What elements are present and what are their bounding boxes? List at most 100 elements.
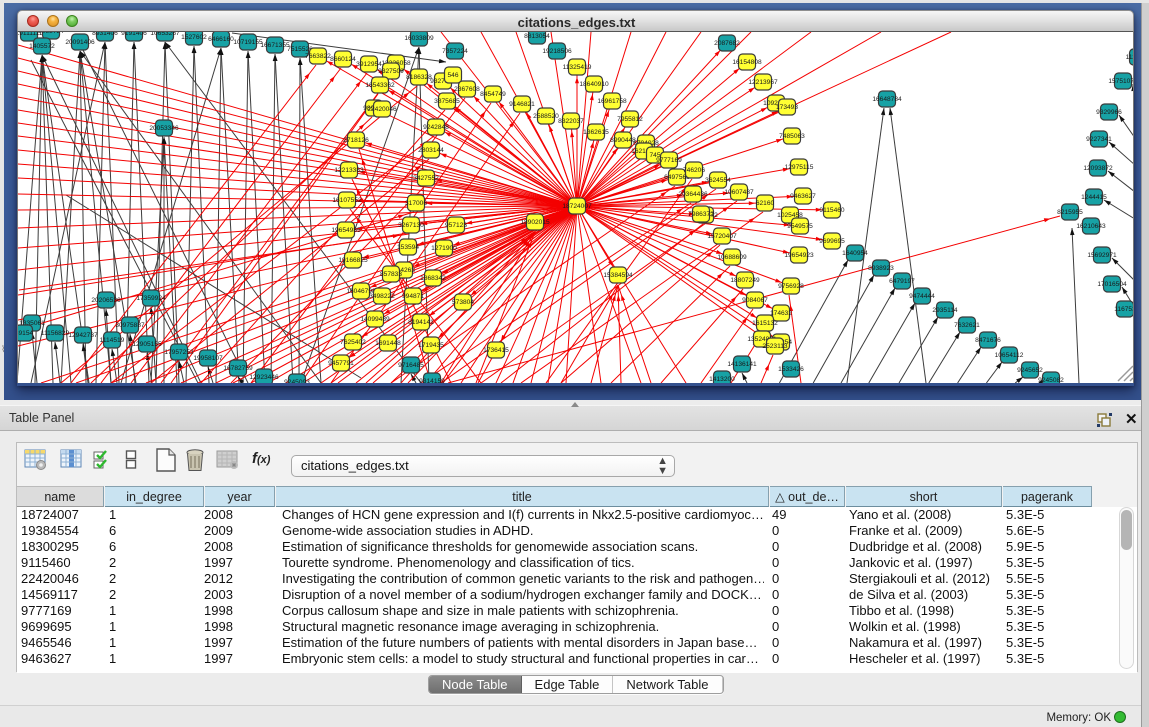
svg-text:15720407: 15720407 (707, 233, 737, 240)
svg-text:9242848: 9242848 (423, 124, 449, 131)
svg-text:18902015: 18902015 (520, 219, 550, 226)
svg-text:3498222: 3498222 (369, 293, 395, 300)
svg-text:16033809: 16033809 (404, 35, 434, 42)
svg-text:19958107: 19958107 (193, 355, 223, 362)
svg-text:19654923: 19654923 (784, 252, 814, 259)
svg-text:18807249: 18807249 (730, 277, 760, 284)
svg-text:1244415: 1244415 (1081, 194, 1107, 201)
svg-text:8471676: 8471676 (975, 337, 1001, 344)
svg-text:2803144: 2803144 (418, 147, 444, 154)
svg-text:116753: 116753 (1114, 306, 1134, 313)
svg-text:12905155: 12905155 (132, 341, 162, 348)
svg-text:857833: 857833 (380, 271, 402, 278)
svg-text:12093872: 12093872 (1083, 165, 1113, 172)
svg-text:8660124: 8660124 (330, 56, 356, 63)
svg-text:994871: 994871 (402, 293, 424, 300)
svg-text:10688609: 10688609 (717, 254, 747, 261)
svg-text:9084067: 9084067 (742, 297, 768, 304)
svg-text:14136141: 14136141 (727, 361, 757, 368)
svg-text:9327509: 9327509 (378, 68, 404, 75)
svg-text:9777169: 9777169 (656, 157, 682, 164)
svg-text:173493: 173493 (776, 104, 798, 111)
svg-text:7632621: 7632621 (954, 322, 980, 329)
svg-text:16671355: 16671355 (260, 42, 290, 49)
svg-text:3624554: 3624554 (705, 177, 731, 184)
svg-text:11156829: 11156829 (41, 330, 70, 337)
svg-text:12923446: 12923446 (249, 374, 279, 381)
svg-text:746206: 746206 (683, 167, 705, 174)
svg-text:20053346: 20053346 (149, 125, 179, 132)
svg-text:1271900: 1271900 (431, 245, 457, 252)
svg-text:2087682: 2087682 (714, 40, 740, 47)
svg-text:19218506: 19218506 (542, 48, 572, 55)
svg-text:6479197: 6479197 (889, 278, 915, 285)
svg-text:546: 546 (447, 72, 458, 79)
svg-text:1615132: 1615132 (752, 320, 778, 327)
svg-text:3875685: 3875685 (434, 98, 460, 105)
svg-text:7625402: 7625402 (340, 339, 366, 346)
svg-text:8194141: 8194141 (408, 319, 434, 326)
svg-text:573804: 573804 (452, 299, 474, 306)
svg-text:7485063: 7485063 (779, 133, 805, 140)
svg-text:7357224: 7357224 (442, 48, 468, 55)
svg-text:7955812: 7955812 (617, 116, 643, 123)
svg-text:2588520: 2588520 (533, 113, 559, 120)
svg-text:2367608: 2367608 (454, 86, 480, 93)
svg-text:18640910: 18640910 (579, 81, 609, 88)
svg-text:22420046: 22420046 (367, 106, 397, 113)
svg-text:12213967: 12213967 (748, 79, 778, 86)
svg-text:957123: 957123 (445, 222, 467, 229)
svg-text:1691448: 1691448 (375, 340, 401, 347)
svg-text:8813054: 8813054 (524, 33, 550, 40)
svg-text:3912954: 3912954 (356, 61, 382, 68)
svg-text:9716485: 9716485 (398, 362, 424, 369)
svg-text:18724007: 18724007 (562, 203, 592, 210)
svg-text:1413200: 1413200 (709, 376, 735, 383)
svg-text:9314159: 9314159 (419, 378, 445, 383)
svg-text:8322037: 8322037 (558, 118, 584, 125)
svg-text:1405572: 1405572 (29, 43, 55, 50)
svg-text:1640954: 1640954 (842, 250, 868, 257)
svg-text:1114519: 1114519 (100, 337, 125, 344)
svg-text:7663822: 7663822 (305, 53, 331, 60)
svg-text:1527602: 1527602 (181, 34, 207, 41)
svg-text:8938923: 8938923 (868, 265, 894, 272)
svg-text:153594: 153594 (397, 244, 419, 251)
svg-text:15751074: 15751074 (1108, 78, 1134, 85)
svg-text:9699695: 9699695 (819, 238, 845, 245)
svg-text:16543362: 16543362 (365, 82, 395, 89)
svg-text:9245652: 9245652 (1017, 367, 1043, 374)
svg-text:9115460: 9115460 (819, 207, 845, 214)
svg-text:8454749: 8454749 (480, 91, 506, 98)
svg-text:3427552: 3427552 (413, 175, 439, 182)
svg-text:6466160: 6466160 (208, 36, 234, 43)
svg-text:39154: 39154 (18, 330, 33, 337)
svg-text:12213383: 12213383 (334, 167, 364, 174)
svg-text:2935114: 2935114 (932, 307, 958, 314)
svg-text:16648784: 16648784 (872, 96, 902, 103)
svg-text:9474444: 9474444 (909, 293, 935, 300)
svg-text:9146821: 9146821 (509, 101, 535, 108)
svg-text:8215955: 8215955 (1057, 209, 1083, 216)
svg-text:14099489: 14099489 (360, 316, 390, 323)
svg-text:9191406: 9191406 (121, 32, 147, 37)
svg-text:2055724: 2055724 (38, 32, 64, 35)
svg-text:2718126: 2718126 (343, 137, 369, 144)
svg-text:17359924: 17359924 (136, 295, 166, 302)
svg-text:1868342: 1868342 (420, 275, 446, 282)
svg-text:317006: 317006 (405, 200, 427, 207)
svg-text:9245093: 9245093 (284, 379, 310, 383)
svg-text:16961758: 16961758 (597, 98, 627, 105)
svg-text:1117345: 1117345 (1126, 54, 1134, 61)
svg-text:9463627: 9463627 (790, 193, 816, 200)
svg-text:12942737: 12942737 (68, 332, 98, 339)
svg-text:10654112: 10654112 (995, 352, 1024, 359)
svg-text:174632: 174632 (770, 310, 792, 317)
svg-text:1736415: 1736415 (483, 347, 509, 354)
svg-text:30975887: 30975887 (115, 322, 145, 329)
svg-text:9549575: 9549575 (787, 223, 813, 230)
svg-text:11325419: 11325419 (563, 64, 592, 71)
svg-text:7986372: 7986372 (688, 211, 714, 218)
svg-text:8186328: 8186328 (406, 74, 432, 81)
svg-text:9457791: 9457791 (328, 360, 354, 367)
